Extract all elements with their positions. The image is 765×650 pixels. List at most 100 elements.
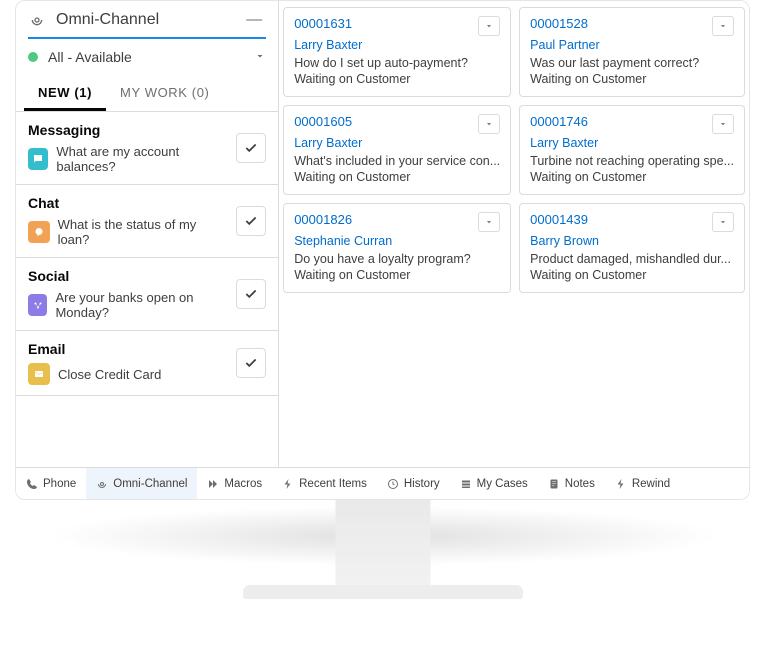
- chat-icon: [28, 221, 50, 243]
- work-item: Email Close Credit Card: [16, 331, 278, 396]
- case-number-link[interactable]: 00001631: [294, 16, 478, 31]
- utility-rewind[interactable]: Rewind: [605, 468, 680, 499]
- main-row: Omni-Channel — All - Available NEW (1) M…: [16, 1, 749, 467]
- case-status: Waiting on Customer: [294, 72, 500, 86]
- phone-icon: [26, 478, 38, 490]
- case-menu-button[interactable]: [712, 114, 734, 134]
- utility-my-cases[interactable]: My Cases: [450, 468, 538, 499]
- omni-panel: Omni-Channel — All - Available NEW (1) M…: [16, 1, 279, 467]
- work-channel-label: Chat: [28, 195, 228, 211]
- case-contact-link[interactable]: Larry Baxter: [294, 136, 500, 150]
- utility-macros[interactable]: Macros: [197, 468, 272, 499]
- work-list: Messaging What are my account balances?: [16, 112, 278, 467]
- omni-channel-icon: [96, 478, 108, 490]
- work-channel-label: Social: [28, 268, 228, 284]
- case-card: 00001528 Paul Partner Was our last payme…: [519, 7, 745, 97]
- case-card: 00001826 Stephanie Curran Do you have a …: [283, 203, 511, 293]
- utility-label: Recent Items: [299, 478, 367, 490]
- case-menu-button[interactable]: [712, 16, 734, 36]
- work-message: Are your banks open on Monday?: [55, 290, 228, 320]
- case-menu-button[interactable]: [478, 212, 500, 232]
- history-icon: [387, 478, 399, 490]
- status-label: All - Available: [48, 49, 254, 65]
- accept-button[interactable]: [236, 279, 266, 309]
- case-card: 00001605 Larry Baxter What's included in…: [283, 105, 511, 195]
- accept-button[interactable]: [236, 206, 266, 236]
- case-menu-button[interactable]: [478, 16, 500, 36]
- utility-label: Macros: [224, 478, 262, 490]
- utility-notes[interactable]: Notes: [538, 468, 605, 499]
- email-icon: [28, 363, 50, 385]
- utility-omni-channel[interactable]: Omni-Channel: [86, 468, 197, 499]
- case-menu-button[interactable]: [712, 212, 734, 232]
- chevron-down-icon: [254, 50, 266, 65]
- case-subject: Turbine not reaching operating spe...: [530, 154, 734, 168]
- presence-status-dropdown[interactable]: All - Available: [16, 39, 278, 75]
- monitor-stand-neck: [335, 500, 430, 590]
- case-card: 00001631 Larry Baxter How do I set up au…: [283, 7, 511, 97]
- utility-label: Omni-Channel: [113, 478, 187, 490]
- case-number-link[interactable]: 00001528: [530, 16, 712, 31]
- work-item: Social Are your banks open on Monday?: [16, 258, 278, 331]
- case-subject: What's included in your service con...: [294, 154, 500, 168]
- utility-label: Rewind: [632, 478, 670, 490]
- case-status: Waiting on Customer: [530, 72, 734, 86]
- utility-label: History: [404, 478, 440, 490]
- case-card: 00001439 Barry Brown Product damaged, mi…: [519, 203, 745, 293]
- case-cards-grid: 00001631 Larry Baxter How do I set up au…: [279, 1, 749, 467]
- case-contact-link[interactable]: Larry Baxter: [294, 38, 500, 52]
- minimize-button[interactable]: —: [242, 11, 266, 29]
- case-contact-link[interactable]: Barry Brown: [530, 234, 734, 248]
- case-number-link[interactable]: 00001605: [294, 114, 478, 129]
- case-menu-button[interactable]: [478, 114, 500, 134]
- utility-label: Notes: [565, 478, 595, 490]
- work-message: Close Credit Card: [58, 367, 161, 382]
- cases-icon: [460, 478, 472, 490]
- work-channel-label: Email: [28, 341, 228, 357]
- tab-new[interactable]: NEW (1): [24, 75, 106, 111]
- utility-recent-items[interactable]: Recent Items: [272, 468, 377, 499]
- work-message: What are my account balances?: [56, 144, 228, 174]
- macros-icon: [207, 478, 219, 490]
- omni-channel-icon: [28, 11, 46, 29]
- utility-history[interactable]: History: [377, 468, 450, 499]
- work-item: Messaging What are my account balances?: [16, 112, 278, 185]
- utility-label: My Cases: [477, 478, 528, 490]
- notes-icon: [548, 478, 560, 490]
- case-number-link[interactable]: 00001439: [530, 212, 712, 227]
- social-icon: [28, 294, 47, 316]
- case-subject: Do you have a loyalty program?: [294, 252, 500, 266]
- omni-tabs: NEW (1) MY WORK (0): [16, 75, 278, 112]
- utility-bar: Phone Omni-Channel Macros Recent Items H…: [16, 467, 749, 499]
- case-number-link[interactable]: 00001746: [530, 114, 712, 129]
- case-card: 00001746 Larry Baxter Turbine not reachi…: [519, 105, 745, 195]
- work-item: Chat What is the status of my loan?: [16, 185, 278, 258]
- omni-header: Omni-Channel —: [16, 1, 278, 37]
- recent-icon: [282, 478, 294, 490]
- omni-title: Omni-Channel: [56, 11, 242, 29]
- case-contact-link[interactable]: Stephanie Curran: [294, 234, 500, 248]
- case-number-link[interactable]: 00001826: [294, 212, 478, 227]
- rewind-icon: [615, 478, 627, 490]
- messaging-icon: [28, 148, 48, 170]
- accept-button[interactable]: [236, 133, 266, 163]
- case-contact-link[interactable]: Larry Baxter: [530, 136, 734, 150]
- utility-label: Phone: [43, 478, 76, 490]
- tab-my-work[interactable]: MY WORK (0): [106, 75, 223, 111]
- case-subject: Was our last payment correct?: [530, 56, 734, 70]
- case-subject: How do I set up auto-payment?: [294, 56, 500, 70]
- utility-phone[interactable]: Phone: [16, 468, 86, 499]
- case-status: Waiting on Customer: [294, 170, 500, 184]
- case-contact-link[interactable]: Paul Partner: [530, 38, 734, 52]
- monitor-stand-base: [243, 585, 523, 599]
- work-message: What is the status of my loan?: [58, 217, 229, 247]
- accept-button[interactable]: [236, 348, 266, 378]
- case-subject: Product damaged, mishandled dur...: [530, 252, 734, 266]
- work-channel-label: Messaging: [28, 122, 228, 138]
- app-screen: Omni-Channel — All - Available NEW (1) M…: [16, 1, 749, 499]
- case-status: Waiting on Customer: [294, 268, 500, 282]
- status-indicator-icon: [28, 52, 38, 62]
- case-status: Waiting on Customer: [530, 170, 734, 184]
- case-status: Waiting on Customer: [530, 268, 734, 282]
- monitor-screen: Omni-Channel — All - Available NEW (1) M…: [15, 0, 750, 500]
